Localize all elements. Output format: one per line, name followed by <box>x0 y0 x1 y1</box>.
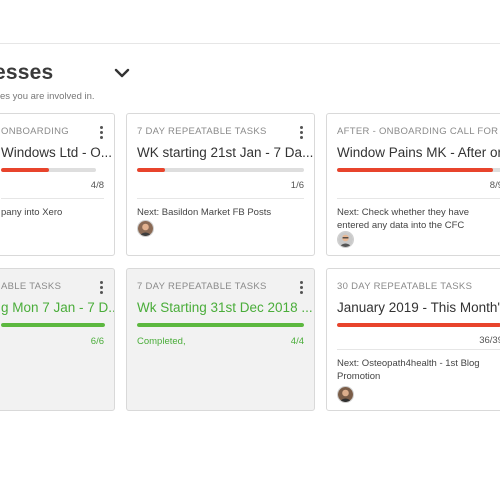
card-divider <box>337 349 500 350</box>
progress-bar <box>137 323 304 327</box>
process-type: AFTER - ONBOARDING CALL FOR ... <box>337 126 500 137</box>
process-card[interactable]: ABLE TASKS g Mon 7 Jan - 7 D... 6/6 <box>0 268 115 411</box>
more-vertical-icon[interactable] <box>299 281 303 295</box>
progress-fill <box>137 323 304 327</box>
process-card[interactable]: ONBOARDING Windows Ltd - O... 4/8 pany i… <box>0 113 115 256</box>
process-card[interactable]: 7 DAY REPEATABLE TASKS Wk Starting 31st … <box>126 268 315 411</box>
page-title: esses <box>0 61 54 84</box>
progress-fill <box>1 168 49 172</box>
progress-bar <box>1 168 96 172</box>
card-divider <box>137 198 304 199</box>
progress-bar <box>337 323 500 327</box>
process-type: ONBOARDING <box>1 126 69 137</box>
process-name[interactable]: WK starting 21st Jan - 7 Da... <box>137 145 313 160</box>
progress-fill <box>1 323 105 327</box>
avatar[interactable] <box>337 231 354 248</box>
progress-count: 36/39 <box>479 335 500 346</box>
next-task: Next: Basildon Market FB Posts <box>137 207 272 218</box>
process-type: 7 DAY REPEATABLE TASKS <box>137 281 267 292</box>
chevron-down-icon[interactable] <box>113 64 131 82</box>
more-vertical-icon[interactable] <box>99 281 103 295</box>
progress-count: 4/8 <box>90 180 104 191</box>
avatar[interactable] <box>137 220 154 237</box>
progress-count: 6/6 <box>90 336 104 347</box>
process-name[interactable]: Window Pains MK - After on... <box>337 145 500 160</box>
progress-fill <box>337 323 500 327</box>
progress-count: 1/6 <box>290 180 304 191</box>
process-type: 7 DAY REPEATABLE TASKS <box>137 126 267 137</box>
progress-bar <box>337 168 500 172</box>
card-divider <box>337 198 500 199</box>
more-vertical-icon[interactable] <box>99 126 103 140</box>
more-vertical-icon[interactable] <box>299 126 303 140</box>
process-type: 30 DAY REPEATABLE TASKS <box>337 281 473 292</box>
header-divider <box>0 43 500 44</box>
process-card[interactable]: AFTER - ONBOARDING CALL FOR ... Window P… <box>326 113 500 256</box>
progress-fill <box>337 168 493 172</box>
process-type: ABLE TASKS <box>1 281 62 292</box>
avatar[interactable] <box>337 386 354 403</box>
process-card[interactable]: 30 DAY REPEATABLE TASKS January 2019 - T… <box>326 268 500 411</box>
card-divider <box>1 198 104 199</box>
process-name[interactable]: Wk Starting 31st Dec 2018 ... <box>137 300 313 315</box>
progress-count: 8/9 <box>489 180 500 191</box>
progress-fill <box>137 168 165 172</box>
progress-bar <box>137 168 304 172</box>
next-task: Next: Osteopath4health - 1st Blog Promot… <box>337 358 480 382</box>
next-task: pany into Xero <box>1 207 63 218</box>
progress-bar <box>1 323 105 327</box>
process-card[interactable]: 7 DAY REPEATABLE TASKS WK starting 21st … <box>126 113 315 256</box>
process-name[interactable]: January 2019 - This Month's... <box>337 300 500 315</box>
process-name[interactable]: Windows Ltd - O... <box>1 145 112 160</box>
completed-label: Completed, <box>137 336 186 347</box>
progress-count: 4/4 <box>290 336 304 347</box>
page-subtitle: es you are involved in. <box>0 91 95 102</box>
process-name[interactable]: g Mon 7 Jan - 7 D... <box>1 300 114 315</box>
next-task: Next: Check whether they have entered an… <box>337 207 470 231</box>
